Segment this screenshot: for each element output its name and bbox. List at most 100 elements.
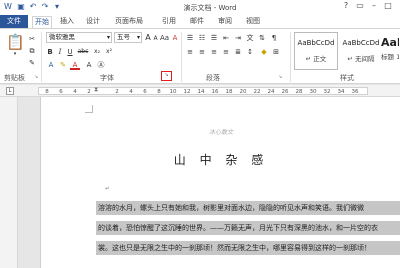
grow-font-button[interactable]: A — [144, 33, 152, 43]
style-sample-text: AaBbCcDd — [342, 39, 380, 47]
ruler-tick: 2 — [115, 89, 119, 95]
tab-insert[interactable]: 插入 — [58, 16, 76, 27]
subscript-button[interactable]: x₂ — [92, 47, 102, 57]
cut-icon[interactable]: ✂ — [27, 34, 37, 44]
paste-button[interactable]: 📋 ▾ — [6, 33, 25, 59]
character-shading-icon[interactable]: A — [84, 60, 94, 70]
show-formatting-marks-icon[interactable]: ¶ — [269, 33, 279, 43]
chinese-layout-icon[interactable]: 文 — [245, 33, 255, 43]
ruler-tick: 10 — [169, 89, 177, 95]
highlight-color-icon[interactable]: ✎ — [58, 60, 68, 70]
numbering-icon[interactable]: ☷ — [197, 33, 207, 43]
tab-design[interactable]: 设计 — [84, 16, 102, 27]
selected-text-line[interactable]: 裳。这也只是无限之生中的一刹那顷！然而无限之生中，哪里容易得到这样的一刹那顷！ — [96, 241, 400, 255]
corner-mark — [85, 105, 93, 113]
align-left-icon[interactable]: ≡ — [185, 47, 195, 57]
italic-button[interactable]: I — [56, 47, 64, 57]
selected-text-line[interactable]: 溶溶的水月，螺头上只有她和我，树影里对面水边，隐隐的听见水声和笑语。我们微微 — [96, 201, 400, 215]
font-name-field[interactable]: 微软雅黑 ▾ — [46, 32, 112, 43]
bullets-icon[interactable]: ☰ — [185, 33, 195, 43]
ruler-tick: 30 — [309, 89, 317, 95]
font-name-value: 微软雅黑 — [49, 33, 75, 41]
strikethrough-button[interactable]: abc — [76, 47, 90, 57]
paste-dropdown-icon: ▾ — [13, 51, 17, 57]
style-heading-1[interactable]: AaBb 标题 1 — [380, 32, 400, 70]
justify-icon[interactable]: ≡ — [221, 47, 231, 57]
align-center-icon[interactable]: ≡ — [197, 47, 207, 57]
document-page[interactable]: 冰心散文 山 中 杂 感 ↵ 溶溶的水月，螺头上只有她和我，树影里对面水边，隐隐… — [40, 97, 400, 268]
ribbon-tabs: 文件 开始 插入 设计 页面布局 引用 邮件 审阅 视图 — [0, 15, 400, 28]
superscript-button[interactable]: x² — [104, 47, 114, 57]
divider — [290, 32, 291, 82]
font-color-button[interactable]: A — [70, 60, 80, 70]
vertical-ruler[interactable] — [0, 97, 18, 268]
paragraph-launcher-icon[interactable]: ↘ — [278, 74, 282, 80]
format-painter-icon[interactable]: ✎ — [27, 58, 37, 68]
undo-icon[interactable]: ↶ — [28, 2, 38, 12]
enclose-characters-icon[interactable]: Ⓐ — [96, 60, 106, 70]
text-effects-icon[interactable]: A — [46, 60, 56, 70]
chevron-down-icon: ▾ — [136, 34, 140, 41]
paragraph-mark-icon: ↵ — [105, 185, 111, 192]
underline-button[interactable]: U — [66, 47, 74, 57]
redo-icon[interactable]: ↷ — [40, 2, 50, 12]
word-app-icon: W — [4, 2, 12, 11]
ruler-tick: 4 — [73, 89, 77, 95]
style-normal[interactable]: AaBbCcDd ↵ 正文 — [294, 32, 338, 70]
style-name-label: 标题 1 — [381, 53, 400, 61]
ruler-tick: 8 — [45, 89, 49, 95]
ruler-tick: 18 — [225, 89, 233, 95]
customize-quick-access-icon[interactable]: ▾ — [52, 2, 62, 12]
window-title: 演示文档 - Word — [183, 4, 237, 12]
align-right-icon[interactable]: ≡ — [209, 47, 219, 57]
ruler-tick: 8 — [157, 89, 161, 95]
increase-indent-icon[interactable]: ⇥ — [233, 33, 243, 43]
help-icon[interactable]: ? — [340, 1, 352, 10]
ruler-tick: 28 — [295, 89, 303, 95]
document-heading[interactable]: 山 中 杂 感 — [41, 151, 400, 168]
horizontal-ruler[interactable]: L 8 6 4 2 ⧗ 2 4 6 8 10 12 14 16 18 20 22… — [0, 85, 400, 97]
ruler-tick: 32 — [323, 89, 331, 95]
ruler-tick: 34 — [337, 89, 345, 95]
clipboard-launcher-icon[interactable]: ↘ — [34, 74, 38, 80]
tab-mailings[interactable]: 邮件 — [188, 16, 206, 27]
chevron-down-icon: ▾ — [106, 34, 110, 41]
distributed-icon[interactable]: ≣ — [233, 47, 243, 57]
selected-text-line[interactable]: 的谈着，恐怕惊醒了这沉睡的世界。——万籁无声，月光下只有深黑的池水，和一片空的衣 — [96, 221, 400, 235]
multilevel-list-icon[interactable]: ☰ — [209, 33, 219, 43]
minimize-icon[interactable]: – — [368, 1, 380, 10]
tab-home[interactable]: 开始 — [32, 16, 52, 28]
font-size-value: 五号 — [117, 33, 130, 41]
group-label-styles: 样式 — [340, 74, 354, 82]
style-sample-text: AaBbCcDd — [297, 39, 335, 47]
shrink-font-button[interactable]: A — [152, 34, 159, 44]
copy-icon[interactable]: ⧉ — [27, 46, 37, 56]
sort-icon[interactable]: ⇅ — [257, 33, 267, 43]
ruler-tick: 4 — [129, 89, 133, 95]
font-size-field[interactable]: 五号 ▾ — [114, 32, 142, 43]
change-case-button[interactable]: Aa — [159, 33, 170, 43]
tab-view[interactable]: 视图 — [244, 16, 262, 27]
page-header[interactable]: 冰心散文 — [41, 127, 400, 136]
font-dialog-launcher-icon[interactable]: ↘ — [161, 71, 172, 81]
indent-marker-icon[interactable]: ⧗ — [94, 86, 98, 94]
tab-references[interactable]: 引用 — [160, 16, 178, 27]
tab-selector-icon[interactable]: L — [6, 87, 14, 95]
ruler-tick: 6 — [143, 89, 147, 95]
maximize-icon[interactable]: □ — [382, 1, 394, 10]
tab-review[interactable]: 审阅 — [216, 16, 234, 27]
save-icon[interactable]: ▣ — [16, 2, 26, 12]
tab-page-layout[interactable]: 页面布局 — [113, 16, 145, 27]
divider — [181, 32, 182, 82]
bold-button[interactable]: B — [46, 47, 54, 57]
clipboard-icon: 📋 — [6, 33, 25, 51]
shading-icon[interactable]: ◆ — [259, 47, 269, 57]
tab-file[interactable]: 文件 — [0, 15, 28, 28]
style-no-spacing[interactable]: AaBbCcDd ↵ 无间隔 — [339, 32, 383, 70]
decrease-indent-icon[interactable]: ⇤ — [221, 33, 231, 43]
borders-icon[interactable]: ⊞ — [271, 47, 281, 57]
divider — [41, 32, 42, 82]
ribbon-display-options-icon[interactable]: ▭ — [354, 1, 366, 10]
line-spacing-icon[interactable]: ↕ — [245, 47, 255, 57]
clear-formatting-button[interactable]: A — [171, 33, 179, 43]
